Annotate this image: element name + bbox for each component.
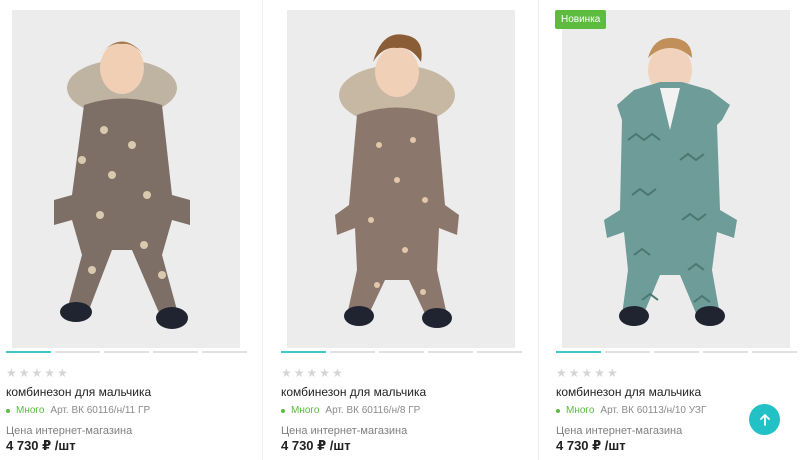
pagination-dot[interactable] <box>379 351 424 353</box>
pagination-dot[interactable] <box>55 351 100 353</box>
pagination-dot[interactable] <box>556 351 601 353</box>
product-meta: Много Арт. ВК 60116/н/11 ГР <box>6 405 150 416</box>
product-title[interactable]: комбинезон для мальчика <box>6 385 151 399</box>
article-number: Арт. ВК 60116/н/11 ГР <box>50 405 151 416</box>
pagination-dot[interactable] <box>153 351 198 353</box>
stock-status: Много <box>566 405 595 416</box>
product-photo[interactable] <box>12 10 240 348</box>
pagination-dot[interactable] <box>654 351 699 353</box>
stock-dot-icon <box>281 408 285 413</box>
pagination-dot[interactable] <box>477 351 522 353</box>
product-title[interactable]: комбинезон для мальчика <box>281 385 426 399</box>
product-card[interactable]: ★★★★★ комбинезон для мальчика Много Арт.… <box>0 0 262 460</box>
pagination-dot[interactable] <box>202 351 247 353</box>
pagination-dot[interactable] <box>752 351 797 353</box>
pagination-dot[interactable] <box>6 351 51 353</box>
price-label: Цена интернет-магазина <box>281 425 408 437</box>
stock-dot-icon <box>6 408 10 413</box>
product-photo[interactable] <box>287 10 515 348</box>
pagination-dot[interactable] <box>281 351 326 353</box>
new-badge: Новинка <box>555 10 607 29</box>
child-figure-image <box>287 10 515 348</box>
product-card[interactable]: Новинка ★★★★★ комбинезон для мальчика Мн… <box>538 0 800 460</box>
image-pagination[interactable] <box>556 351 797 353</box>
pagination-dot[interactable] <box>605 351 650 353</box>
rating-stars: ★★★★★ <box>281 366 345 380</box>
pagination-dot[interactable] <box>104 351 149 353</box>
rating-stars: ★★★★★ <box>556 366 620 380</box>
product-card[interactable]: ★★★★★ комбинезон для мальчика Много Арт.… <box>262 0 538 460</box>
rating-stars: ★★★★★ <box>6 366 70 380</box>
pagination-dot[interactable] <box>428 351 473 353</box>
article-number: Арт. ВК 60113/н/10 УЗГ <box>600 405 707 416</box>
stock-status: Много <box>16 405 45 416</box>
child-figure-image <box>12 10 240 348</box>
product-photo[interactable] <box>562 10 790 348</box>
scroll-to-top-button[interactable] <box>749 404 780 435</box>
product-title[interactable]: комбинезон для мальчика <box>556 385 701 399</box>
pagination-dot[interactable] <box>330 351 375 353</box>
price-label: Цена интернет-магазина <box>6 425 133 437</box>
price-label: Цена интернет-магазина <box>556 425 683 437</box>
child-figure-image <box>562 10 790 348</box>
price: 4 730 ₽ /шт <box>281 438 351 453</box>
product-meta: Много Арт. ВК 60113/н/10 УЗГ <box>556 405 706 416</box>
arrow-up-icon <box>759 413 770 426</box>
image-pagination[interactable] <box>281 351 522 353</box>
stock-dot-icon <box>556 408 560 413</box>
product-grid: ★★★★★ комбинезон для мальчика Много Арт.… <box>0 0 800 460</box>
product-meta: Много Арт. ВК 60116/н/8 ГР <box>281 405 420 416</box>
price: 4 730 ₽ /шт <box>556 438 626 453</box>
price: 4 730 ₽ /шт <box>6 438 76 453</box>
article-number: Арт. ВК 60116/н/8 ГР <box>325 405 421 416</box>
stock-status: Много <box>291 405 320 416</box>
image-pagination[interactable] <box>6 351 247 353</box>
pagination-dot[interactable] <box>703 351 748 353</box>
